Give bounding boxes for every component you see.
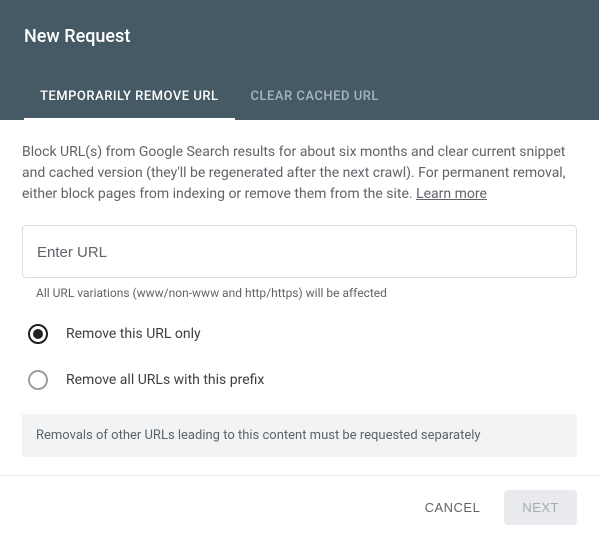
radio-remove-prefix[interactable]: Remove all URLs with this prefix xyxy=(22,368,577,392)
next-button[interactable]: NEXT xyxy=(504,490,577,525)
learn-more-link[interactable]: Learn more xyxy=(416,186,487,202)
dialog-header: New Request TEMPORARILY REMOVE URL CLEAR… xyxy=(0,0,599,120)
radio-unselected-icon xyxy=(28,370,48,390)
radio-label-prefix: Remove all URLs with this prefix xyxy=(66,372,264,388)
description-text: Block URL(s) from Google Search results … xyxy=(22,142,577,205)
url-input-container[interactable] xyxy=(22,225,577,278)
notice-banner: Removals of other URLs leading to this c… xyxy=(22,414,577,457)
tab-clear-cached[interactable]: CLEAR CACHED URL xyxy=(235,75,395,120)
tab-bar: TEMPORARILY REMOVE URL CLEAR CACHED URL xyxy=(24,75,575,120)
cancel-button[interactable]: CANCEL xyxy=(419,492,487,523)
url-input[interactable] xyxy=(37,244,562,261)
radio-remove-this-only[interactable]: Remove this URL only xyxy=(22,322,577,346)
url-helper-text: All URL variations (www/non-www and http… xyxy=(22,286,577,300)
radio-label-this-only: Remove this URL only xyxy=(66,326,201,342)
tab-temporarily-remove[interactable]: TEMPORARILY REMOVE URL xyxy=(24,75,235,120)
dialog-footer: CANCEL NEXT xyxy=(0,475,599,539)
dialog-content: Block URL(s) from Google Search results … xyxy=(0,120,599,475)
dialog-title: New Request xyxy=(24,26,575,47)
radio-selected-icon xyxy=(28,324,48,344)
